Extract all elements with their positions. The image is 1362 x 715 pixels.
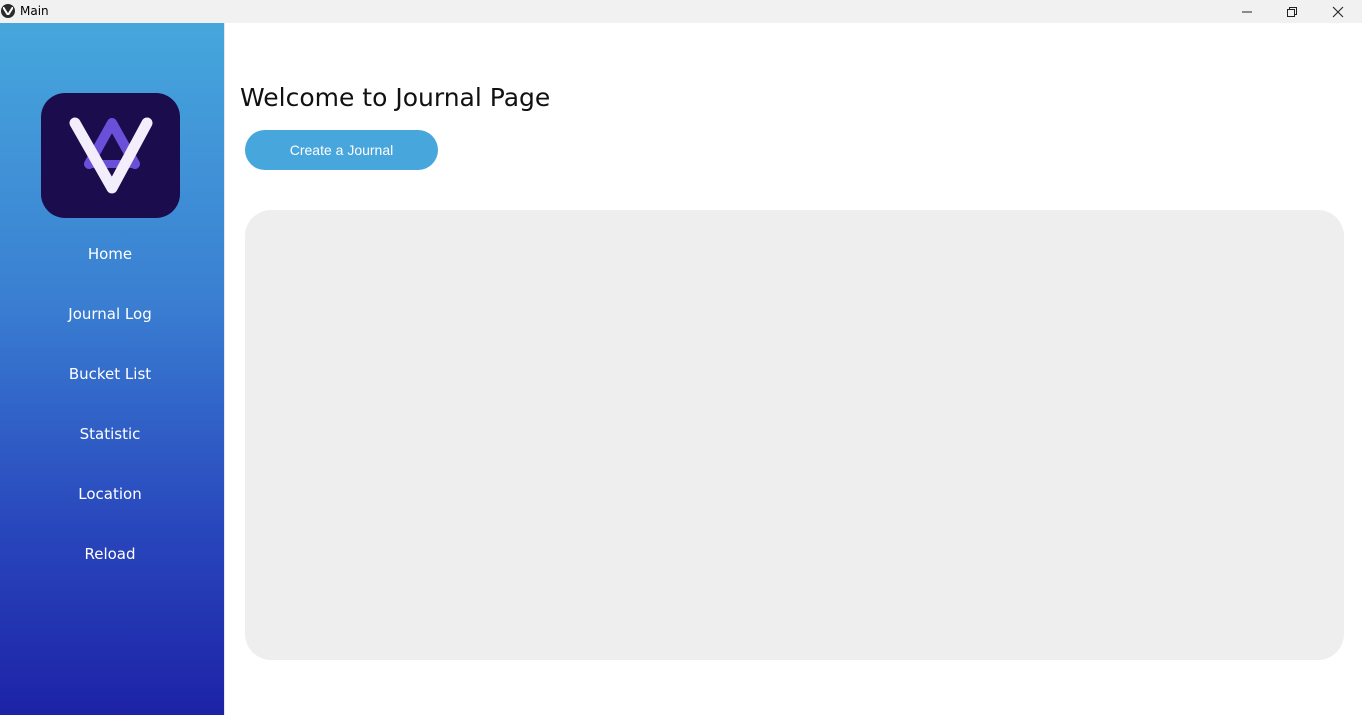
sidebar: Home Journal Log Bucket List Statistic L… — [0, 23, 225, 715]
journal-list-panel[interactable] — [245, 210, 1344, 660]
app-logo — [41, 93, 180, 218]
window-title: Main — [20, 4, 49, 18]
sidebar-item-journal-log[interactable]: Journal Log — [0, 299, 220, 329]
minimize-button[interactable] — [1224, 0, 1270, 23]
page-title: Welcome to Journal Page — [240, 83, 551, 112]
sidebar-divider — [224, 23, 225, 715]
close-button[interactable] — [1315, 0, 1361, 23]
restore-button[interactable] — [1269, 0, 1315, 23]
minimize-icon — [1242, 11, 1252, 12]
sidebar-item-bucket-list[interactable]: Bucket List — [0, 359, 220, 389]
restore-icon — [1287, 6, 1297, 17]
sidebar-item-location[interactable]: Location — [0, 479, 220, 509]
create-journal-button[interactable]: Create a Journal — [245, 130, 438, 170]
sidebar-item-home[interactable]: Home — [0, 239, 220, 269]
sidebar-item-statistic[interactable]: Statistic — [0, 419, 220, 449]
app-icon — [1, 4, 15, 18]
sidebar-item-reload[interactable]: Reload — [0, 539, 220, 569]
close-icon — [1332, 6, 1344, 17]
window-titlebar: Main — [0, 0, 1362, 23]
